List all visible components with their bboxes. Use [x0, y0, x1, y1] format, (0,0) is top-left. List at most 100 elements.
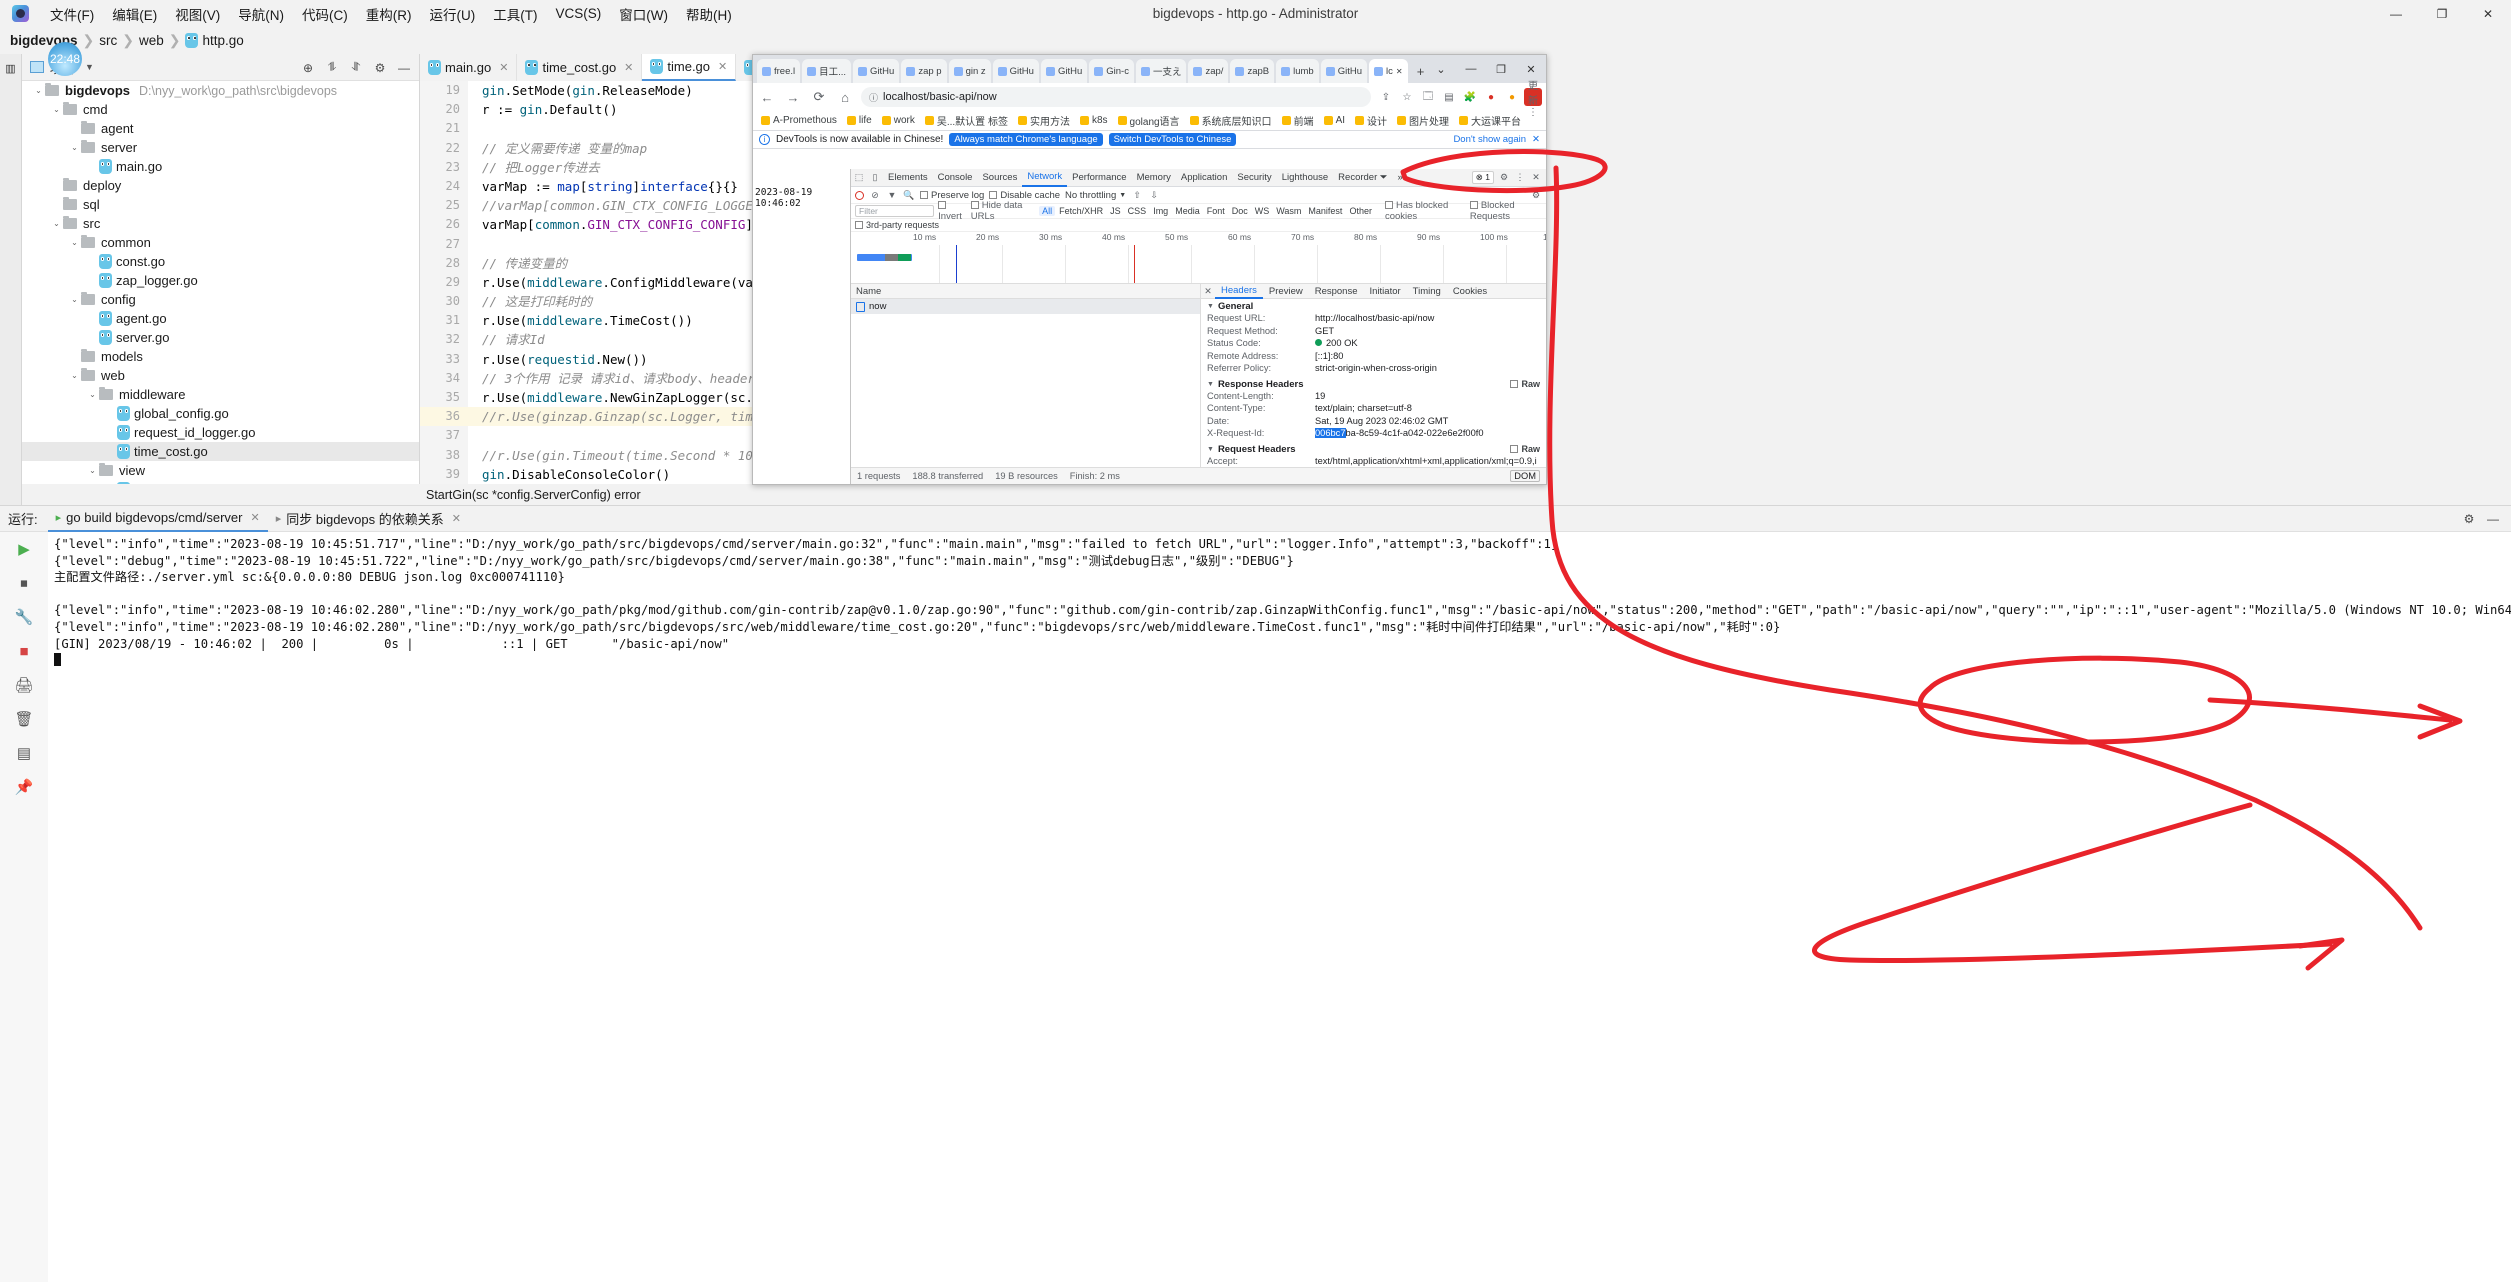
orange-profile-icon[interactable]: ●: [1503, 88, 1521, 106]
close-icon[interactable]: ✕: [624, 61, 633, 74]
tree-item[interactable]: global_config.go: [22, 404, 419, 423]
menu-item-4[interactable]: 代码(C): [293, 2, 357, 26]
resource-filter-all[interactable]: All: [1039, 206, 1056, 216]
close-button[interactable]: ✕: [2465, 0, 2511, 27]
bookmark-item[interactable]: 前端: [1281, 113, 1314, 128]
resource-filter-css[interactable]: CSS: [1125, 206, 1150, 216]
translate-icon[interactable]: 🗔: [1419, 88, 1437, 106]
maximize-button[interactable]: ❐: [2419, 0, 2465, 27]
devtools-tabbar-right[interactable]: ⊗ 1 ⚙ ⋮ ✕: [1471, 171, 1546, 184]
chrome-tab-13[interactable]: lc ✕: [1369, 59, 1408, 83]
chrome-tab-2[interactable]: GitHu: [853, 59, 900, 83]
bookmark-item[interactable]: 大运课平台: [1459, 113, 1521, 128]
chrome-browser-window[interactable]: free.l 目工... GitHu zap p gin z GitHu GitHu Gin-…: [752, 54, 1547, 485]
raw-toggle-request[interactable]: Raw: [1510, 444, 1540, 454]
search-icon[interactable]: 🔍: [903, 189, 915, 201]
disable-cache-checkbox[interactable]: Disable cache: [989, 190, 1060, 201]
switch-devtools-chinese-button[interactable]: Switch DevTools to Chinese: [1108, 133, 1237, 146]
devtools-more-icon[interactable]: ⋮: [1514, 172, 1526, 184]
run-panel-tools[interactable]: ⚙ —: [2459, 509, 2503, 529]
bookmark-star-icon[interactable]: ☆: [1398, 88, 1416, 106]
editor-tab-main-go[interactable]: main.go ✕: [420, 54, 518, 81]
devtools-tab-performance[interactable]: Performance: [1067, 169, 1131, 187]
extensions-puzzle-icon[interactable]: 🧩: [1461, 88, 1479, 106]
devtools-tab-lighthouse[interactable]: Lighthouse: [1277, 169, 1333, 187]
menu-item-3[interactable]: 导航(N): [229, 2, 293, 26]
tab-timing[interactable]: Timing: [1407, 284, 1447, 299]
raw-toggle-response[interactable]: Raw: [1510, 379, 1540, 389]
tree-item[interactable]: zap_logger.go: [22, 271, 419, 290]
chevron-icon[interactable]: ⌄: [68, 295, 81, 304]
chrome-close-button[interactable]: ✕: [1516, 55, 1546, 83]
tree-item[interactable]: ⌄ config: [22, 290, 419, 309]
bookmark-item[interactable]: 设计: [1355, 113, 1387, 128]
bookmark-item[interactable]: 实用方法: [1017, 113, 1070, 128]
locate-file-icon[interactable]: ⊕: [297, 57, 319, 78]
devtools-close-icon[interactable]: ✕: [1530, 172, 1542, 184]
tree-item[interactable]: time_cost.go: [22, 442, 419, 461]
close-icon[interactable]: ✕: [250, 511, 259, 524]
chrome-actions[interactable]: ⇪ ☆ 🗔 ▤ 🧩 ● ● 更新 ⋮: [1377, 81, 1542, 118]
match-chrome-language-button[interactable]: Always match Chrome's language: [949, 133, 1103, 146]
scroll-to-end-icon[interactable]: ▤: [0, 736, 48, 770]
tree-item[interactable]: main.go: [22, 157, 419, 176]
menu-item-1[interactable]: 编辑(E): [103, 2, 166, 26]
resource-filter-fetchxhr[interactable]: Fetch/XHR: [1056, 206, 1106, 216]
checkbox-icon[interactable]: [970, 201, 979, 209]
forward-icon[interactable]: →: [783, 87, 803, 107]
third-party-checkbox[interactable]: 3rd-party requests: [855, 220, 939, 230]
resource-type-filters[interactable]: All Fetch/XHR JS CSS Img Media Font Doc WS Wasm Ma…: [1039, 206, 1375, 216]
close-detail-icon[interactable]: ✕: [1201, 286, 1215, 297]
tree-item[interactable]: models: [22, 347, 419, 366]
address-bar[interactable]: ⓘ localhost/basic-api/now: [861, 87, 1371, 107]
breadcrumb-item-file[interactable]: http.go: [202, 33, 243, 48]
devtools-tab-sources[interactable]: Sources: [977, 169, 1022, 187]
tree-item[interactable]: ⌄ server: [22, 138, 419, 157]
project-panel-tools[interactable]: ⊕ ⥮ ⥯ ⚙ —: [297, 57, 415, 78]
back-icon[interactable]: ←: [757, 87, 777, 107]
profile-avatar-icon[interactable]: ●: [1482, 88, 1500, 106]
import-har-icon[interactable]: ⇧: [1131, 189, 1143, 201]
has-blocked-cookies-checkbox[interactable]: Has blocked cookies: [1384, 200, 1466, 222]
menu-item-8[interactable]: VCS(S): [547, 4, 611, 23]
tab-initiator[interactable]: Initiator: [1364, 284, 1407, 299]
chrome-tab-strip[interactable]: free.l 目工... GitHu zap p gin z GitHu GitHu Gin-…: [753, 55, 1546, 83]
resource-filter-img[interactable]: Img: [1150, 206, 1171, 216]
record-network-icon[interactable]: [855, 190, 864, 200]
device-toolbar-icon[interactable]: ▯: [867, 169, 883, 187]
tree-item[interactable]: ⌄ web: [22, 366, 419, 385]
stop-icon[interactable]: ⏹: [0, 566, 48, 600]
project-tree[interactable]: ⌄ bigdevops D:\nyy_work\go_path\src\bigdev…: [22, 81, 419, 484]
chrome-maximize-button[interactable]: ❐: [1486, 55, 1516, 83]
devtools-language-infobar[interactable]: i DevTools is now available in Chinese! …: [753, 131, 1546, 149]
run-panel-side-toolbar[interactable]: ▶ ⏹ 🔧 ■ 🖨 🗑 ▤ 📌: [0, 532, 48, 1282]
chevron-icon[interactable]: ⌄: [32, 86, 45, 95]
checkbox-icon[interactable]: [938, 201, 947, 209]
tree-item[interactable]: sql: [22, 195, 419, 214]
network-filter-row[interactable]: Filter Invert Hide data URLs All Fetch/XH…: [851, 200, 1546, 222]
run-console-output[interactable]: {"level":"info","time":"2023-08-19 10:45…: [48, 532, 2511, 1282]
preserve-log-checkbox[interactable]: Preserve log: [920, 190, 984, 201]
tree-item[interactable]: ⌄ cmd: [22, 100, 419, 119]
bookmarks-bar[interactable]: A-Promethous life work 吴...默认置 标签 实用方法 k8s gol…: [753, 111, 1546, 131]
chrome-tab-6[interactable]: GitHu: [1040, 59, 1088, 83]
menu-item-2[interactable]: 视图(V): [166, 2, 229, 26]
dont-show-again-link[interactable]: Don't show again: [1453, 134, 1526, 145]
menu-item-5[interactable]: 重构(R): [357, 2, 421, 26]
request-headers-title[interactable]: ▼ Request Headers Raw: [1207, 444, 1540, 455]
chevron-icon[interactable]: ⌄: [68, 371, 81, 380]
settings-gear-icon[interactable]: ⚙: [369, 57, 391, 78]
chrome-window-controls[interactable]: ⌄ — ❐ ✕: [1426, 55, 1546, 83]
devtools-tab-network[interactable]: Network: [1022, 169, 1068, 187]
chrome-tab-9[interactable]: zap/: [1188, 59, 1229, 83]
devtools-tab-security[interactable]: Security: [1232, 169, 1276, 187]
tree-item[interactable]: request_id_logger.go: [22, 423, 419, 442]
close-icon[interactable]: ✕: [499, 61, 508, 74]
hide-panel-icon[interactable]: —: [393, 57, 415, 78]
chrome-tab-10[interactable]: zapB: [1230, 59, 1275, 83]
minimize-button[interactable]: —: [2373, 0, 2419, 27]
bookmark-item[interactable]: 图片处理: [1397, 113, 1449, 128]
chevron-down-icon[interactable]: ▼: [85, 62, 94, 72]
resource-filter-other[interactable]: Other: [1346, 206, 1375, 216]
tree-item[interactable]: ⌄ view: [22, 461, 419, 480]
